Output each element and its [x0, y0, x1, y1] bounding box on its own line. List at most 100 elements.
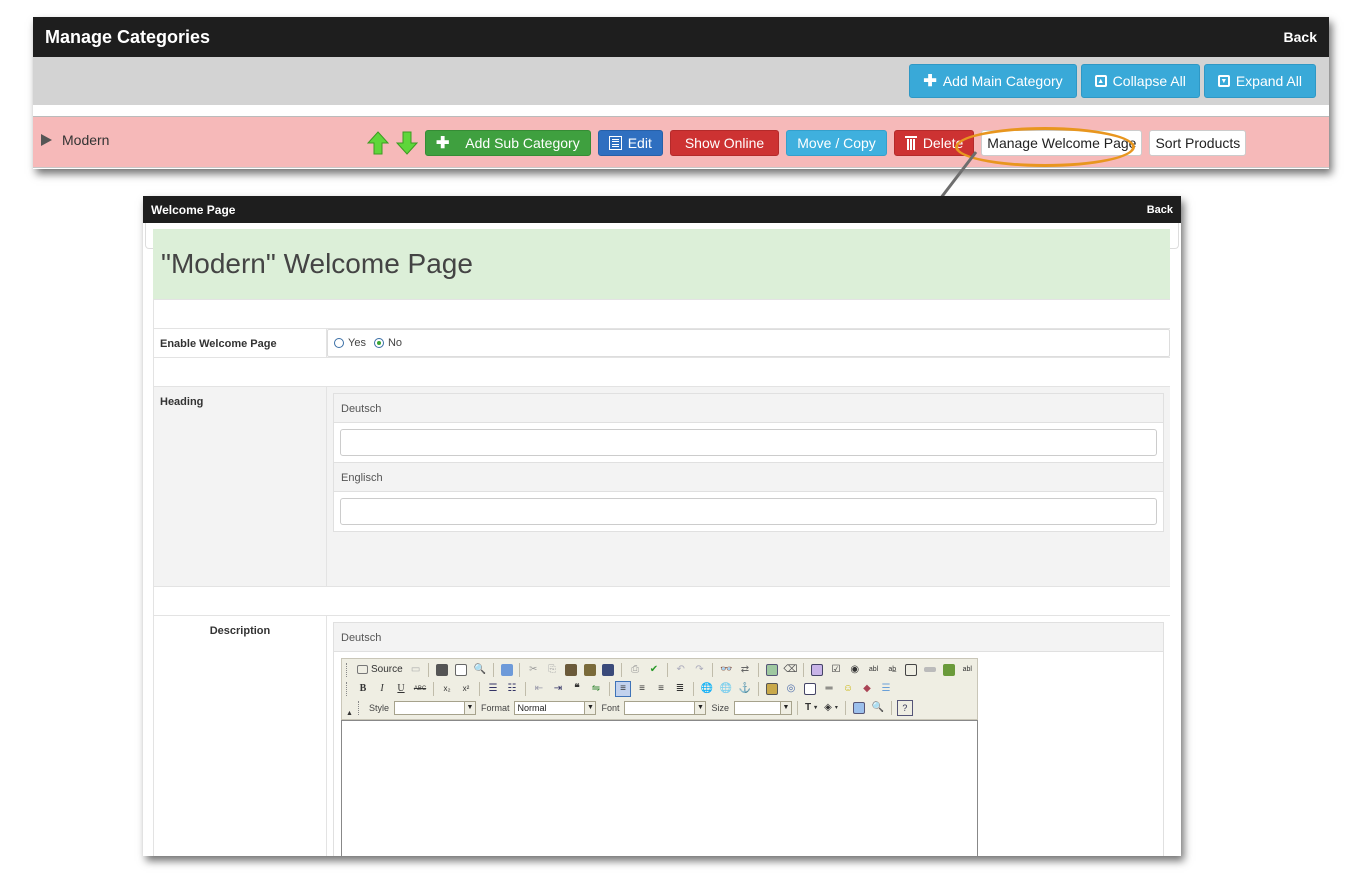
heading-language-box: Deutsch Englisch — [333, 393, 1164, 532]
radio-yes[interactable] — [334, 338, 344, 348]
templates-icon[interactable]: ▭ — [408, 662, 424, 678]
add-main-category-button[interactable]: ✚ Add Main Category — [909, 64, 1077, 98]
background-color-icon[interactable]: ◈ ▾ — [822, 700, 840, 716]
move-copy-button[interactable]: Move / Copy — [786, 130, 887, 156]
move-down-icon[interactable] — [396, 131, 418, 155]
help-icon[interactable]: ? — [896, 699, 913, 716]
font-select[interactable]: ▼ — [624, 700, 707, 715]
button-field-icon[interactable] — [922, 662, 938, 678]
align-center-icon[interactable]: ≡ — [634, 681, 650, 697]
collapse-all-label: Collapse All — [1112, 73, 1186, 89]
expand-all-button[interactable]: ▼ Expand All — [1203, 64, 1316, 98]
superscript-icon[interactable]: x² — [458, 681, 474, 697]
sort-products-button[interactable]: Sort Products — [1149, 130, 1247, 156]
print-icon[interactable]: ⎙ — [627, 662, 643, 678]
textfield-icon[interactable]: abl — [866, 662, 882, 678]
replace-icon[interactable]: ⇄ — [737, 662, 753, 678]
back-link[interactable]: Back — [1284, 29, 1317, 45]
numbered-list-icon[interactable]: ☰ — [485, 681, 501, 697]
image-icon[interactable] — [764, 681, 780, 697]
radio-no[interactable] — [373, 338, 384, 348]
new-page-icon[interactable] — [453, 662, 469, 678]
editor-content-area[interactable] — [341, 720, 978, 856]
welcome-page-title: Welcome Page — [151, 202, 236, 217]
expand-icon: ▼ — [1217, 75, 1230, 87]
indent-icon[interactable]: ⇥ — [550, 681, 566, 697]
maximize-icon[interactable] — [851, 700, 867, 716]
text-color-icon[interactable]: T ▾ — [803, 700, 819, 716]
special-char-icon[interactable]: ◆ — [859, 681, 875, 697]
category-toggle[interactable]: Modern — [41, 132, 109, 148]
subscript-icon[interactable]: x₂ — [439, 681, 455, 697]
heading-englisch-input[interactable] — [340, 498, 1157, 525]
toolbar-collapse-icon[interactable]: ▲ — [346, 710, 353, 717]
underline-icon[interactable]: U — [393, 681, 409, 697]
chevron-down-icon: ▼ — [780, 701, 791, 714]
spellcheck-icon[interactable]: ✔ — [646, 662, 662, 678]
toolbar-grip — [357, 700, 361, 715]
size-select[interactable]: ▼ — [734, 700, 792, 715]
radio-yes-label: Yes — [348, 337, 366, 349]
show-online-button[interactable]: Show Online — [669, 130, 780, 156]
link-icon[interactable]: 🌐 — [699, 681, 715, 697]
show-blocks-icon[interactable]: 🔍 — [870, 700, 886, 716]
bold-icon[interactable]: B — [355, 681, 371, 697]
div-container-icon[interactable]: ⇋ — [588, 681, 604, 697]
toolbar-separator — [519, 662, 521, 677]
source-button[interactable]: Source — [355, 662, 405, 678]
redo-icon[interactable]: ↷ — [692, 662, 708, 678]
smiley-icon[interactable]: ☺ — [840, 681, 856, 697]
show-online-label: Show Online — [684, 135, 765, 151]
toolbar-separator — [758, 681, 759, 696]
format-select[interactable]: Normal ▼ — [514, 700, 597, 715]
image-button-icon[interactable] — [941, 662, 957, 678]
copy-icon[interactable]: ⎘ — [544, 662, 560, 678]
save-icon[interactable] — [434, 662, 450, 678]
document-icon[interactable] — [499, 662, 515, 678]
toolbar-line-2: B I U ABC x₂ x² ☰ ☷ ⇤ ⇥ ❝ ⇋ ≡ ≡ ≡ ≣ 🌐 🌐 … — [346, 679, 975, 698]
horizontal-rule-icon[interactable]: ═ — [821, 681, 837, 697]
strikethrough-icon[interactable]: ABC — [412, 681, 428, 697]
form-icon[interactable] — [809, 662, 825, 678]
checkbox-icon[interactable]: ☑ — [828, 662, 844, 678]
textarea-icon[interactable]: ab̲ — [884, 662, 900, 678]
find-icon[interactable]: 👓 — [718, 662, 734, 678]
heading-deutsch-input[interactable] — [340, 429, 1157, 456]
table-icon[interactable] — [802, 681, 818, 697]
manage-welcome-page-button[interactable]: Manage Welcome Page — [981, 130, 1143, 156]
welcome-back-link[interactable]: Back — [1147, 204, 1173, 216]
italic-icon[interactable]: I — [374, 681, 390, 697]
toolbar-grip — [346, 681, 349, 696]
expand-triangle-icon — [41, 134, 52, 146]
anchor-icon[interactable]: ⚓ — [737, 681, 753, 697]
move-up-icon[interactable] — [367, 131, 389, 155]
collapse-icon: ▲ — [1094, 75, 1107, 87]
add-main-category-label: Add Main Category — [942, 73, 1063, 89]
paste-word-icon[interactable] — [601, 662, 617, 678]
justify-icon[interactable]: ≣ — [672, 681, 688, 697]
undo-icon[interactable]: ↶ — [673, 662, 689, 678]
radio-icon[interactable]: ◉ — [847, 662, 863, 678]
paste-icon[interactable] — [563, 662, 579, 678]
edit-button[interactable]: Edit — [597, 130, 663, 156]
toolbar-separator — [525, 681, 526, 696]
select-field-icon[interactable] — [903, 662, 919, 678]
collapse-all-button[interactable]: ▲ Collapse All — [1080, 64, 1200, 98]
bulleted-list-icon[interactable]: ☷ — [504, 681, 520, 697]
align-left-icon[interactable]: ≡ — [615, 680, 631, 697]
outdent-icon[interactable]: ⇤ — [531, 681, 547, 697]
page-break-icon[interactable]: ☰ — [878, 681, 894, 697]
paste-text-icon[interactable] — [582, 662, 598, 678]
add-sub-category-button[interactable]: ✚ Add Sub Category — [425, 130, 591, 156]
blockquote-icon[interactable]: ❝ — [569, 681, 585, 697]
style-select[interactable]: ▼ — [393, 700, 476, 715]
remove-format-icon[interactable]: ⌫ — [783, 662, 799, 678]
select-all-icon[interactable] — [764, 662, 780, 678]
delete-button[interactable]: Delete — [893, 130, 975, 156]
preview-icon[interactable]: 🔍 — [472, 662, 488, 678]
flash-icon[interactable]: ◎ — [783, 681, 799, 697]
cut-icon[interactable]: ✂ — [525, 662, 541, 678]
unlink-icon[interactable]: 🌐 — [718, 681, 734, 697]
align-right-icon[interactable]: ≡ — [653, 681, 669, 697]
hidden-field-icon[interactable]: abl — [959, 662, 975, 678]
